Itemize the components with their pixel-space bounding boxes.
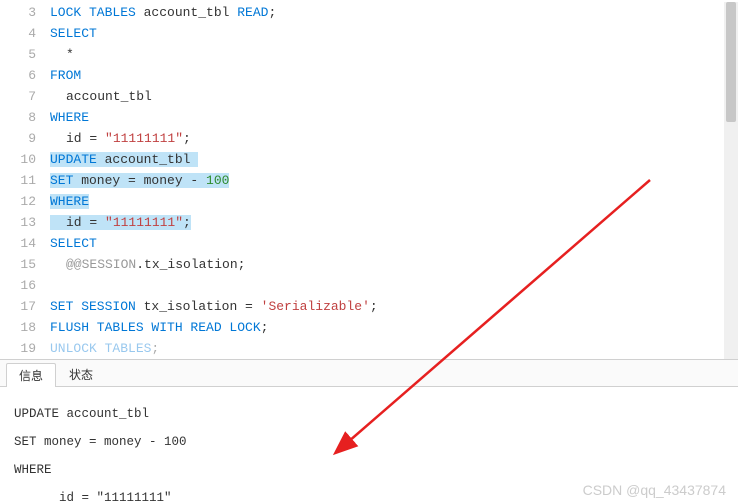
- watermark: CSDN @qq_43437874: [583, 482, 726, 498]
- tab-status[interactable]: 状态: [56, 362, 106, 386]
- code-line[interactable]: id = "11111111";: [50, 128, 724, 149]
- line-gutter: 345678910111213141516171819: [0, 2, 50, 359]
- output-line: SET money = money - 100: [14, 435, 732, 449]
- output-tabs: 信息 状态: [0, 359, 738, 387]
- code-line[interactable]: SELECT: [50, 233, 724, 254]
- code-line[interactable]: FLUSH TABLES WITH READ LOCK;: [50, 317, 724, 338]
- code-line[interactable]: @@SESSION.tx_isolation;: [50, 254, 724, 275]
- code-line[interactable]: id = "11111111";: [50, 212, 724, 233]
- code-line[interactable]: SET SESSION tx_isolation = 'Serializable…: [50, 296, 724, 317]
- code-line[interactable]: account_tbl: [50, 86, 724, 107]
- editor-scrollbar[interactable]: [724, 2, 738, 359]
- code-area[interactable]: LOCK TABLES account_tbl READ; SELECT * F…: [50, 2, 724, 359]
- code-line[interactable]: UNLOCK TABLES;: [50, 338, 724, 359]
- code-line[interactable]: SET money = money - 100: [50, 170, 724, 191]
- code-line[interactable]: FROM: [50, 65, 724, 86]
- code-line[interactable]: [50, 275, 724, 296]
- tab-info[interactable]: 信息: [6, 363, 56, 387]
- output-line: UPDATE account_tbl: [14, 407, 732, 421]
- code-line[interactable]: WHERE: [50, 107, 724, 128]
- code-line[interactable]: LOCK TABLES account_tbl READ;: [50, 2, 724, 23]
- code-line[interactable]: UPDATE account_tbl: [50, 149, 724, 170]
- code-line[interactable]: WHERE: [50, 191, 724, 212]
- sql-editor[interactable]: 345678910111213141516171819 LOCK TABLES …: [0, 0, 738, 359]
- scrollbar-thumb[interactable]: [726, 2, 736, 122]
- output-line: WHERE: [14, 463, 732, 477]
- code-line[interactable]: *: [50, 44, 724, 65]
- code-line[interactable]: SELECT: [50, 23, 724, 44]
